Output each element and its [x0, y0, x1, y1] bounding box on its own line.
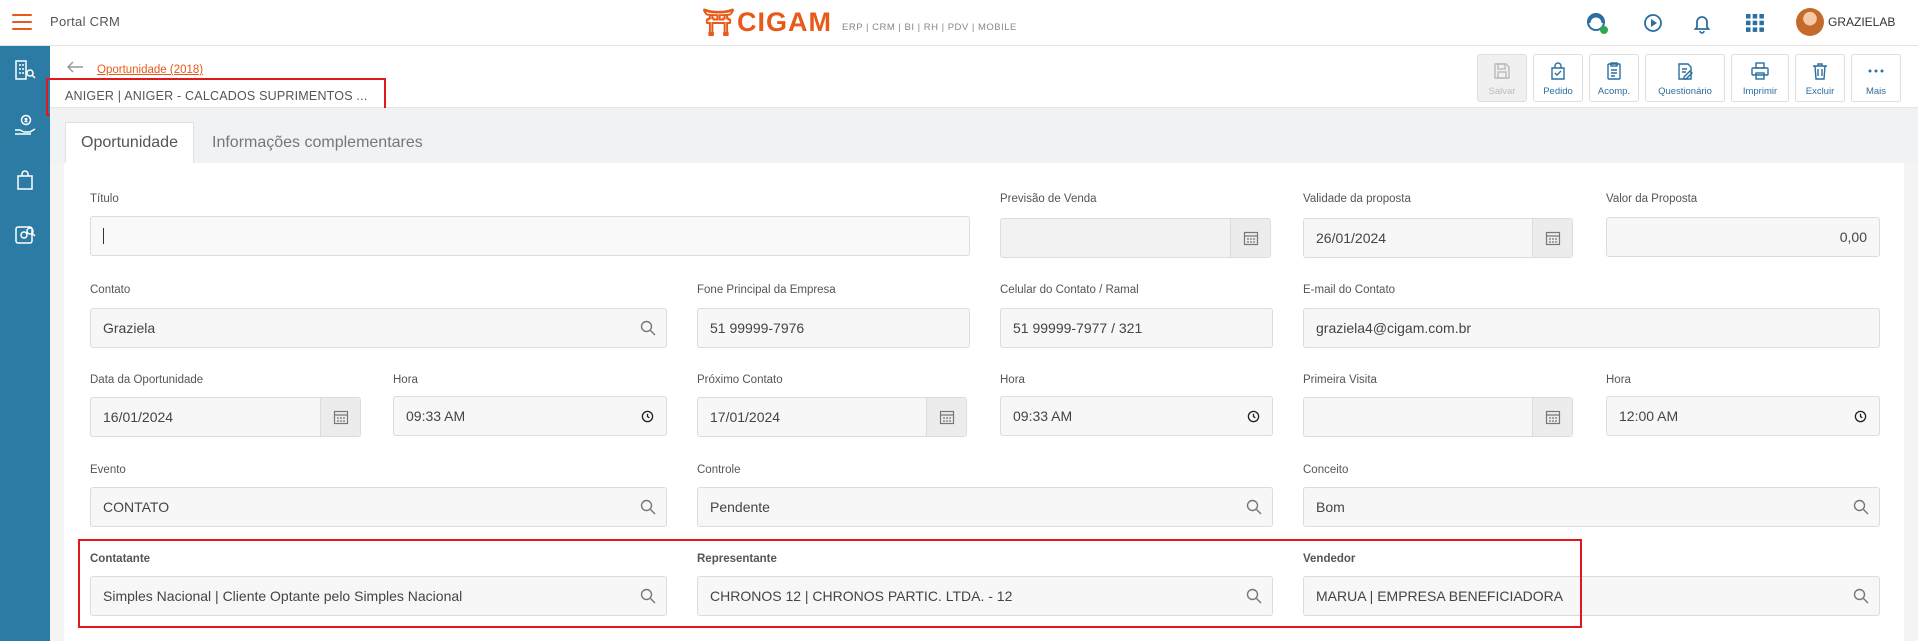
order-label: Pedido: [1543, 86, 1573, 97]
action-toolbar: Salvar Pedido Acomp. Questionário Imprim…: [1471, 54, 1901, 102]
tab-opportunity[interactable]: Oportunidade: [65, 122, 194, 163]
avatar: [1796, 8, 1824, 36]
email-contato-label: E-mail do Contato: [1303, 284, 1396, 296]
primeira-visita-input[interactable]: [1303, 397, 1573, 437]
save-label: Salvar: [1488, 86, 1516, 97]
validade-proposta-label: Validade da proposta: [1303, 193, 1411, 205]
more-button[interactable]: Mais: [1851, 54, 1901, 102]
email-contato-input[interactable]: graziela4@cigam.com.br: [1303, 308, 1880, 348]
search-icon[interactable]: [1853, 588, 1869, 604]
titulo-input[interactable]: [90, 216, 970, 256]
clock-icon[interactable]: [1247, 410, 1260, 423]
conceito-input[interactable]: Bom: [1303, 487, 1880, 527]
calendar-icon[interactable]: [320, 398, 360, 436]
delete-button[interactable]: Excluir: [1795, 54, 1845, 102]
questionnaire-button[interactable]: Questionário: [1645, 54, 1725, 102]
contato-label: Contato: [90, 284, 131, 296]
clock-icon[interactable]: [641, 410, 654, 423]
username: GRAZIELAB: [1828, 15, 1896, 29]
fone-empresa-label: Fone Principal da Empresa: [697, 284, 836, 296]
previsao-venda-label: Previsão de Venda: [1000, 193, 1097, 205]
calendar-icon[interactable]: [1532, 219, 1572, 257]
valor-proposta-input[interactable]: 0,00: [1606, 217, 1880, 257]
evento-label: Evento: [90, 464, 126, 476]
hora-1-label: Hora: [393, 374, 418, 386]
sidebar-building-search-icon[interactable]: [13, 58, 37, 82]
logo-subtitle: ERP | CRM | BI | RH | PDV | MOBILE: [842, 22, 1017, 33]
contato-input[interactable]: Graziela: [90, 308, 667, 348]
more-dots-icon: [1868, 69, 1884, 73]
evento-input[interactable]: CONTATO: [90, 487, 667, 527]
sidebar-settings-search-icon[interactable]: [13, 223, 37, 247]
notifications-bell-icon[interactable]: [1689, 10, 1715, 36]
order-button[interactable]: Pedido: [1533, 54, 1583, 102]
validade-proposta-input[interactable]: 26/01/2024: [1303, 218, 1573, 258]
text-caret: [103, 228, 104, 244]
cigam-logo: ⛩ CIGAM ERP | CRM | BI | RH | PDV | MOBI…: [702, 8, 1017, 36]
search-icon[interactable]: [1853, 499, 1869, 515]
primeira-visita-label: Primeira Visita: [1303, 374, 1377, 386]
save-icon: [1494, 63, 1510, 79]
hora-1-input[interactable]: 09:33 AM: [393, 396, 667, 436]
hamburger-menu-icon[interactable]: [12, 14, 32, 30]
calendar-icon[interactable]: [1230, 219, 1270, 257]
hora-2-input[interactable]: 09:33 AM: [1000, 396, 1273, 436]
search-icon[interactable]: [640, 499, 656, 515]
print-button[interactable]: Imprimir: [1731, 54, 1789, 102]
search-icon[interactable]: [640, 320, 656, 336]
print-label: Imprimir: [1742, 86, 1778, 97]
conceito-label: Conceito: [1303, 464, 1349, 476]
tab-complementary-info[interactable]: Informações complementares: [197, 122, 438, 163]
sidebar-money-hand-icon[interactable]: [13, 113, 37, 137]
fone-empresa-input[interactable]: 51 99999-7976: [697, 308, 970, 348]
proximo-contato-label: Próximo Contato: [697, 374, 783, 386]
hora-3-input[interactable]: 12:00 AM: [1606, 396, 1880, 436]
hora-2-label: Hora: [1000, 374, 1025, 386]
data-oportunidade-input[interactable]: 16/01/2024: [90, 397, 361, 437]
controle-label: Controle: [697, 464, 741, 476]
delete-label: Excluir: [1805, 86, 1835, 97]
proximo-contato-input[interactable]: 17/01/2024: [697, 397, 967, 437]
order-bag-icon: [1551, 62, 1565, 80]
followup-label: Acomp.: [1597, 86, 1631, 97]
top-bar: Portal CRM ⛩ CIGAM ERP | CRM | BI | RH |…: [0, 0, 1918, 46]
logo-text: CIGAM: [737, 7, 833, 37]
clipboard-icon: [1607, 62, 1621, 80]
play-video-icon[interactable]: [1640, 10, 1666, 36]
support-agent-icon[interactable]: [1584, 10, 1610, 36]
tabs-bar: Oportunidade Informações complementares: [50, 108, 1918, 163]
questionnaire-label: Questionário: [1658, 86, 1712, 97]
user-menu[interactable]: GRAZIELAB: [1796, 8, 1895, 36]
save-button[interactable]: Salvar: [1477, 54, 1527, 102]
followup-button[interactable]: Acomp.: [1589, 54, 1639, 102]
calendar-icon[interactable]: [926, 398, 966, 436]
more-label: Mais: [1865, 86, 1887, 97]
clock-icon[interactable]: [1854, 410, 1867, 423]
previsao-venda-input[interactable]: [1000, 218, 1271, 258]
logo-mark: ⛩: [702, 7, 736, 37]
titulo-label: Título: [90, 193, 119, 205]
questionnaire-edit-icon: [1678, 63, 1693, 80]
breadcrumb-link[interactable]: Oportunidade (2018): [97, 64, 203, 76]
apps-grid-icon[interactable]: [1742, 10, 1768, 36]
trash-icon: [1813, 63, 1827, 80]
celular-contato-input[interactable]: 51 99999-7977 / 321: [1000, 308, 1273, 348]
hora-3-label: Hora: [1606, 374, 1631, 386]
printer-icon: [1751, 62, 1769, 80]
search-icon[interactable]: [1246, 499, 1262, 515]
sidebar: [0, 46, 50, 641]
celular-contato-label: Celular do Contato / Ramal: [1000, 284, 1139, 296]
portal-title: Portal CRM: [50, 14, 121, 29]
back-arrow-icon[interactable]: [66, 60, 84, 73]
controle-input[interactable]: Pendente: [697, 487, 1273, 527]
sidebar-shopping-bag-icon[interactable]: [13, 168, 37, 192]
data-oportunidade-label: Data da Oportunidade: [90, 374, 204, 386]
fields-highlight-box: [78, 539, 1582, 628]
valor-proposta-label: Valor da Proposta: [1606, 193, 1698, 205]
calendar-icon[interactable]: [1532, 398, 1572, 436]
